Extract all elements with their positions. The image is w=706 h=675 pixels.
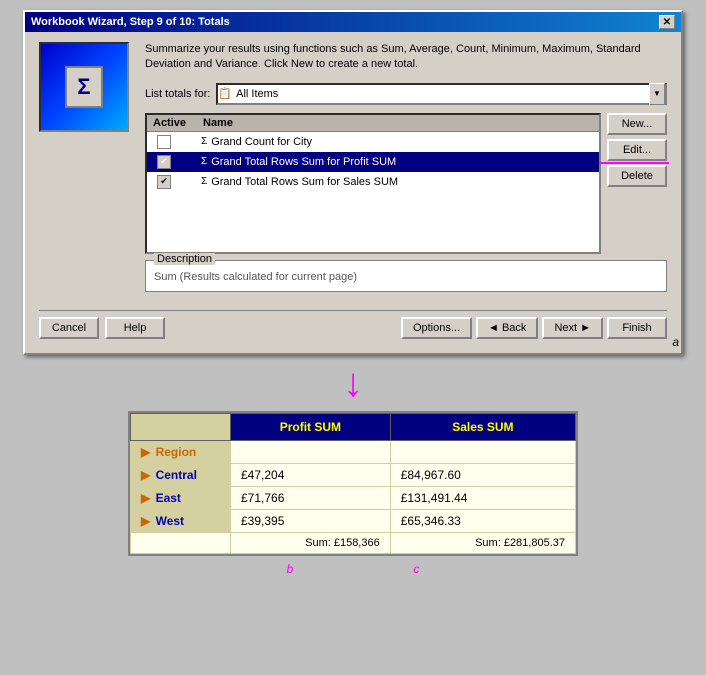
description-group: Description Sum (Results calculated for … xyxy=(145,260,667,292)
edit-button[interactable]: Edit... xyxy=(607,139,667,161)
east-profit: £71,766 xyxy=(231,486,391,509)
sum-empty xyxy=(131,532,231,553)
annotation-bc-container: b c xyxy=(128,562,578,576)
east-label: ▶ East xyxy=(131,486,231,509)
list-wrapper: Active Name Σ Grand Count for City xyxy=(145,113,667,254)
sum-sales: Sum: £281,805.37 xyxy=(390,532,575,553)
list-for-value: All Items xyxy=(236,88,649,100)
sum-profit: Sum: £158,366 xyxy=(231,532,391,553)
close-button[interactable]: ✕ xyxy=(659,15,675,29)
central-sales: £84,967.60 xyxy=(390,463,575,486)
list-for-dropdown-arrow[interactable]: ▼ xyxy=(649,83,665,105)
chevron-icon: ▶ xyxy=(141,514,150,528)
east-sales: £131,491.44 xyxy=(390,486,575,509)
dialog-title: Workbook Wizard, Step 9 of 10: Totals xyxy=(31,16,230,28)
table-row: ▶ East £71,766 £131,491.44 xyxy=(131,486,576,509)
table-row: ▶ West £39,395 £65,346.33 xyxy=(131,509,576,532)
list-header: Active Name xyxy=(147,115,599,132)
header-name: Name xyxy=(197,115,599,131)
result-table: Profit SUM Sales SUM ▶ Region ▶ Central xyxy=(130,413,576,554)
table-row: ▶ Central £47,204 £84,967.60 xyxy=(131,463,576,486)
description-content: Sum (Results calculated for current page… xyxy=(154,271,658,283)
chevron-icon: ▶ xyxy=(141,468,150,482)
list-for-combo[interactable]: 📋 All Items ▼ xyxy=(216,83,667,105)
item2-checkbox[interactable]: ✔ xyxy=(157,155,171,169)
col2-header: Profit SUM xyxy=(231,413,391,440)
chevron-icon: ▶ xyxy=(141,445,150,459)
region-profit xyxy=(231,440,391,463)
chevron-icon: ▶ xyxy=(141,491,150,505)
west-profit: £39,395 xyxy=(231,509,391,532)
list-item-selected[interactable]: ✔ Σ Grand Total Rows Sum for Profit SUM xyxy=(147,152,599,172)
dialog-body: Σ Summarize your results using functions… xyxy=(25,32,681,353)
dialog-description-text: Summarize your results using functions s… xyxy=(145,42,667,73)
item3-icon: Σ xyxy=(201,176,207,187)
central-profit: £47,204 xyxy=(231,463,391,486)
item1-icon: Σ xyxy=(201,136,207,147)
result-table-container: Profit SUM Sales SUM ▶ Region ▶ Central xyxy=(128,411,578,556)
description-legend: Description xyxy=(154,253,215,265)
region-label: ▶ Region xyxy=(131,440,231,463)
side-buttons: New... Edit... Delete xyxy=(607,113,667,254)
col3-header: Sales SUM xyxy=(390,413,575,440)
list-for-row: List totals for: 📋 All Items ▼ xyxy=(145,83,667,105)
wizard-icon: Σ xyxy=(39,42,129,132)
sum-row: Sum: £158,366 Sum: £281,805.37 xyxy=(131,532,576,553)
item1-label: Grand Count for City xyxy=(211,136,312,148)
item2-icon: Σ xyxy=(201,156,207,167)
item1-checkbox[interactable] xyxy=(157,135,171,149)
item3-label: Grand Total Rows Sum for Sales SUM xyxy=(211,176,398,188)
arrow-container: ↓ xyxy=(343,363,363,403)
down-arrow-icon: ↓ xyxy=(343,363,363,403)
annotation-a-label: a xyxy=(672,335,679,349)
sigma-symbol: Σ xyxy=(65,66,102,108)
delete-button[interactable]: Delete xyxy=(607,165,667,187)
workbook-wizard-dialog: Workbook Wizard, Step 9 of 10: Totals ✕ … xyxy=(23,10,683,355)
west-sales: £65,346.33 xyxy=(390,509,575,532)
totals-list: Active Name Σ Grand Count for City xyxy=(145,113,601,254)
list-item[interactable]: Σ Grand Count for City xyxy=(147,132,599,152)
central-label: ▶ Central xyxy=(131,463,231,486)
list-for-label: List totals for: xyxy=(145,88,210,100)
annotation-a-container: a xyxy=(23,335,683,349)
table-row: ▶ Region xyxy=(131,440,576,463)
item3-checkbox[interactable]: ✔ xyxy=(157,175,171,189)
annotation-b-label: b xyxy=(287,562,294,576)
title-bar: Workbook Wizard, Step 9 of 10: Totals ✕ xyxy=(25,12,681,32)
list-item[interactable]: ✔ Σ Grand Total Rows Sum for Sales SUM xyxy=(147,172,599,192)
header-active: Active xyxy=(147,115,197,131)
annotation-c-label: c xyxy=(413,562,419,576)
west-label: ▶ West xyxy=(131,509,231,532)
region-sales xyxy=(390,440,575,463)
item2-label: Grand Total Rows Sum for Profit SUM xyxy=(211,156,396,168)
col1-header xyxy=(131,413,231,440)
new-button[interactable]: New... xyxy=(607,113,667,135)
